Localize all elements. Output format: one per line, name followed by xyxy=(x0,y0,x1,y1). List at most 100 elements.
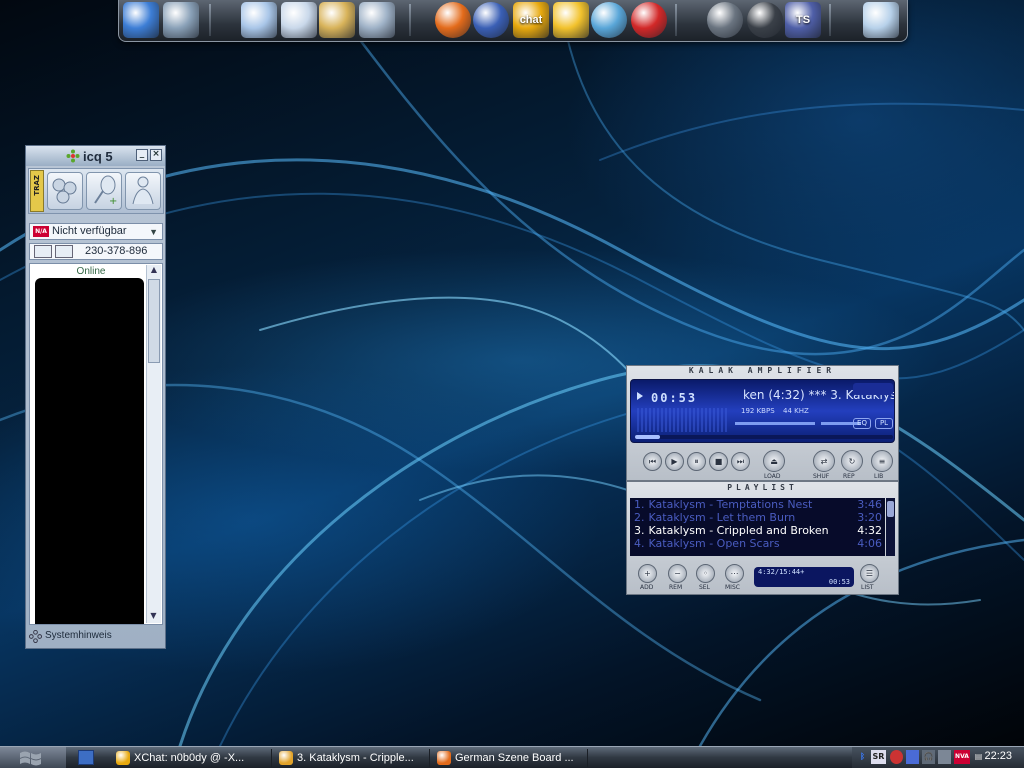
play-indicator-icon xyxy=(637,392,643,400)
time-display[interactable]: 00:53 xyxy=(651,391,697,405)
taskbar: XChat: n0b0dy @ -X... 3. Kataklysm - Crip… xyxy=(0,746,1024,768)
volume-icon[interactable]: ▤ xyxy=(972,750,985,764)
playlist-item-number: 1. xyxy=(634,498,645,511)
documents-folder-icon[interactable] xyxy=(241,2,277,38)
half-life-tray-icon[interactable] xyxy=(890,750,903,764)
contact-list-scrollbar[interactable]: ▲ ▼ xyxy=(146,265,161,623)
repeat-button[interactable]: ↻ xyxy=(841,450,863,472)
icq-na-tray-icon[interactable]: NVA xyxy=(954,750,970,764)
sr-tray-icon[interactable]: SR xyxy=(871,750,886,764)
misc-label: MISC xyxy=(725,584,740,591)
find-contacts-button[interactable]: + xyxy=(86,172,122,210)
sample-rate: 44 KHZ xyxy=(783,407,809,415)
start-button[interactable] xyxy=(0,747,66,768)
add-button[interactable]: + xyxy=(638,564,657,583)
icq-flower-button[interactable] xyxy=(34,245,52,258)
person-icon xyxy=(132,176,154,205)
online-group-label: Online xyxy=(76,266,106,277)
teamspeak-icon[interactable]: TS xyxy=(785,2,821,38)
playlist-item[interactable]: 4. Kataklysm - Open Scars 4:06 xyxy=(630,537,885,550)
select-button[interactable]: ◦ xyxy=(696,564,715,583)
amp-title[interactable]: KALAK AMPLIFIER xyxy=(627,366,898,376)
my-computer-icon[interactable] xyxy=(123,2,159,38)
playlist-item[interactable]: 3. Kataklysm - Crippled and Broken 4:32 xyxy=(630,524,885,537)
play-button[interactable]: ▶ xyxy=(665,452,684,471)
playlist-scrollbar[interactable] xyxy=(886,498,895,556)
contact-list: Online ▲ ▼ xyxy=(29,263,163,625)
xchat-x-icon[interactable] xyxy=(553,2,589,38)
list-button[interactable]: ☰ xyxy=(860,564,879,583)
close-button[interactable]: × xyxy=(150,149,162,161)
volume-slider[interactable] xyxy=(735,422,815,425)
scroll-up-icon[interactable]: ▲ xyxy=(147,265,161,277)
xchat-icon[interactable]: chat xyxy=(513,2,549,38)
teamspeak-label: TS xyxy=(795,14,811,26)
programs-folder-icon[interactable] xyxy=(359,2,395,38)
dock-separator xyxy=(675,4,677,36)
pl-toggle[interactable]: PL xyxy=(875,418,893,429)
remove-button[interactable]: − xyxy=(668,564,687,583)
scroll-down-icon[interactable]: ▼ xyxy=(147,611,160,623)
playlist-controls: + ADD − REM ◦ SEL ⋯ MISC 4:32/15:44+ 00:… xyxy=(630,564,895,592)
traz-tab[interactable]: TRAZ xyxy=(30,170,44,212)
services-button[interactable] xyxy=(47,172,83,210)
playlist-scroll-thumb[interactable] xyxy=(887,501,894,517)
soulseek-icon[interactable] xyxy=(591,2,627,38)
list-label: LIST xyxy=(861,584,874,591)
playlist-item[interactable]: 2. Kataklysm - Let them Burn 3:20 xyxy=(630,511,885,524)
show-desktop-icon[interactable] xyxy=(78,750,94,765)
repeat-label: REP xyxy=(843,473,855,480)
previous-button[interactable]: ⏮ xyxy=(643,452,662,471)
system-notice-label: Systemhinweis xyxy=(45,630,112,641)
playlist-item-text: 4. Kataklysm - Open Scars xyxy=(634,537,780,550)
task-label: 3. Kataklysm - Cripple... xyxy=(297,752,414,764)
music-folder-icon[interactable] xyxy=(319,2,355,38)
task-app-icon xyxy=(437,751,451,765)
winamp-main-window: KALAK AMPLIFIER 00:53 ken (4:32) *** 3. … xyxy=(626,365,899,481)
seek-position[interactable] xyxy=(635,435,660,439)
icq-flower-icon xyxy=(66,149,80,163)
taskbar-task[interactable]: XChat: n0b0dy @ -X... xyxy=(112,749,272,767)
status-dropdown[interactable]: N/A Nicht verfügbar ▼ xyxy=(29,223,163,240)
counter-strike-icon[interactable] xyxy=(707,2,743,38)
playlist-item-text: 1. Kataklysm - Temptations Nest xyxy=(634,498,812,511)
misc-button[interactable]: ⋯ xyxy=(725,564,744,583)
stop-button[interactable]: ■ xyxy=(709,452,728,471)
transport-controls: ⏮ ▶ ⏸ ■ ⏭ ⏏ LOAD ⇄ SHUF ↻ REP ≡ LIB xyxy=(643,450,893,480)
contacts-button[interactable] xyxy=(125,172,161,210)
pause-button[interactable]: ⏸ xyxy=(687,452,706,471)
visualizer[interactable] xyxy=(637,408,729,432)
playlist-title[interactable]: PLAYLIST xyxy=(627,482,898,494)
shade-buttons[interactable] xyxy=(853,383,893,395)
icq-titlebar[interactable]: icq 5 _ × xyxy=(26,146,165,166)
icq-window: icq 5 _ × TRAZ + N/A Nicht verfügbar ▼ 2… xyxy=(25,145,166,649)
seek-bar[interactable] xyxy=(635,435,893,439)
library-button[interactable]: ≡ xyxy=(871,450,893,472)
winamp-tray-icon[interactable] xyxy=(906,750,919,764)
minimize-button[interactable]: _ xyxy=(136,149,148,161)
eq-toggle[interactable]: EQ xyxy=(853,418,871,429)
headphones-icon[interactable]: 🎧 xyxy=(922,750,935,764)
svg-text:+: + xyxy=(109,196,117,207)
next-button[interactable]: ⏭ xyxy=(731,452,750,471)
status-label: Nicht verfügbar xyxy=(52,225,127,237)
shuffle-button[interactable]: ⇄ xyxy=(813,450,835,472)
clock[interactable]: 22:23 xyxy=(984,750,1012,762)
eject-button[interactable]: ⏏ xyxy=(763,450,785,472)
steam-icon[interactable] xyxy=(747,2,783,38)
network-places-icon[interactable] xyxy=(163,2,199,38)
playlist-item[interactable]: 1. Kataklysm - Temptations Nest 3:46 xyxy=(630,498,885,511)
firefox-icon[interactable] xyxy=(435,2,471,38)
system-notice-button[interactable]: Systemhinweis xyxy=(29,630,112,643)
files-folder-icon[interactable] xyxy=(281,2,317,38)
bluetooth-icon[interactable]: ᛒ xyxy=(856,750,869,764)
taskbar-task[interactable]: German Szene Board ... xyxy=(433,749,588,767)
status-settings-button[interactable] xyxy=(55,245,73,258)
recycle-bin-icon[interactable] xyxy=(863,2,899,38)
thunderbird-icon[interactable] xyxy=(473,2,509,38)
network-icon[interactable] xyxy=(938,750,951,764)
contact-list-area[interactable] xyxy=(35,278,144,624)
scrollbar-thumb[interactable] xyxy=(148,279,160,363)
half-life-icon[interactable] xyxy=(631,2,667,38)
taskbar-task[interactable]: 3. Kataklysm - Cripple... xyxy=(275,749,430,767)
